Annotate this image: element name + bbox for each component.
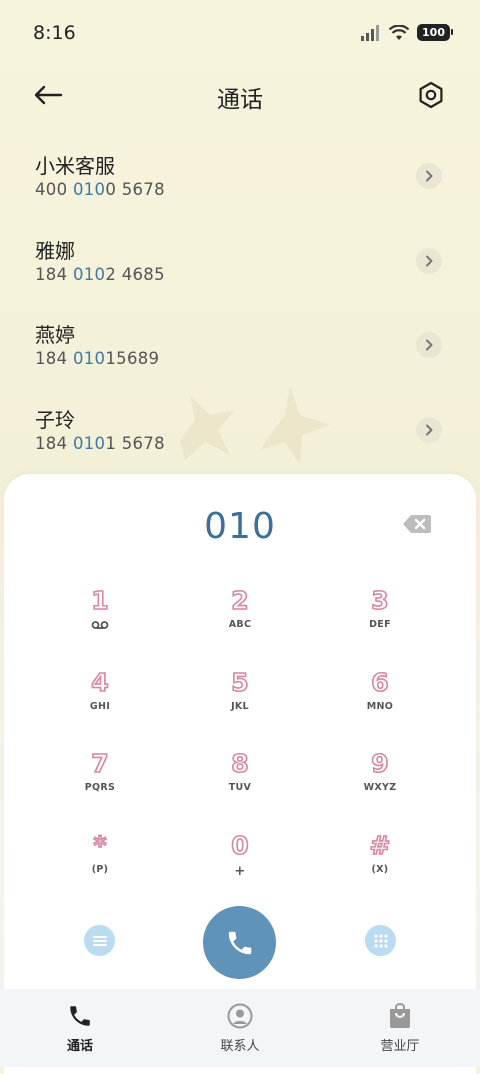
key-8[interactable]: 8 TUV <box>170 743 310 825</box>
settings-button[interactable] <box>414 78 448 112</box>
backspace-icon <box>403 515 431 533</box>
key-letters: MNO <box>366 700 394 712</box>
contact-number: 184 01015689 <box>35 349 160 368</box>
key-letters: PQRS <box>84 782 116 793</box>
key-digit: 8 <box>230 748 249 779</box>
phone-icon <box>228 931 251 954</box>
person-icon <box>227 1003 253 1029</box>
signal-icon <box>361 24 380 41</box>
key-digit: 7 <box>90 748 109 779</box>
contact-row[interactable]: 子玲 184 0101 5678 <box>0 388 480 473</box>
contact-name: 雅娜 <box>35 238 75 263</box>
contact-name: 小米客服 <box>35 154 115 178</box>
keypad: 1 2 ABC 3 DEF 4 GHI 5 JKL 6 MNO 7 PQRS 8… <box>30 580 450 906</box>
keypad-toggle-button[interactable] <box>365 925 396 956</box>
nav-item-contacts[interactable]: 联系人 <box>160 989 320 1067</box>
chevron-right-icon <box>426 170 433 182</box>
search-results-list: 小米客服 400 0100 5678 雅娜 184 0102 4685 燕婷 1… <box>0 134 480 472</box>
key-0[interactable]: 0 + <box>170 825 310 907</box>
key-digit: 4 <box>90 667 109 698</box>
key-digit: 9 <box>370 748 389 779</box>
key-5[interactable]: 5 JKL <box>170 662 310 744</box>
contact-row[interactable]: 雅娜 184 0102 4685 <box>0 219 480 304</box>
battery-indicator: 100 <box>417 24 453 41</box>
key-2[interactable]: 2 ABC <box>170 580 310 662</box>
key-digit: * <box>93 830 108 861</box>
nav-label: 联系人 <box>220 1039 260 1054</box>
key-letters: DEF <box>369 619 391 630</box>
bottom-nav: 通话 联系人 营业厅 <box>0 989 480 1067</box>
contact-row[interactable]: 小米客服 400 0100 5678 <box>0 134 480 219</box>
nav-item-service-hall[interactable]: 营业厅 <box>320 989 480 1067</box>
contact-number: 184 0101 5678 <box>35 433 165 453</box>
back-button[interactable] <box>30 80 66 110</box>
contact-row[interactable]: 燕婷 184 01015689 <box>0 303 480 388</box>
back-arrow-icon <box>34 85 63 105</box>
key-digit: 5 <box>230 667 249 698</box>
key-7[interactable]: 7 PQRS <box>30 743 170 825</box>
key-9[interactable]: 9 WXYZ <box>310 743 450 825</box>
call-button[interactable] <box>203 906 276 979</box>
dialer-actions <box>0 905 480 979</box>
menu-icon <box>92 935 107 946</box>
key-letters: (X) <box>371 863 389 875</box>
chevron-right-icon <box>426 424 433 435</box>
key-star[interactable]: * (P) <box>30 825 170 907</box>
key-digit: 6 <box>370 667 389 698</box>
chevron-right-icon <box>426 255 433 266</box>
key-4[interactable]: 4 GHI <box>30 662 170 744</box>
key-letters: JKL <box>231 700 249 712</box>
dots-grid-icon <box>373 933 388 948</box>
status-icons: 100 <box>361 24 453 41</box>
key-digit: 0 <box>230 830 249 861</box>
chevron-right-icon <box>426 339 433 351</box>
key-letters: + <box>234 863 246 879</box>
phone-icon <box>70 1006 90 1026</box>
header: 通话 <box>0 70 480 120</box>
nav-item-calls[interactable]: 通话 <box>0 989 160 1067</box>
nav-label: 营业厅 <box>380 1039 420 1054</box>
nav-label: 通话 <box>66 1039 93 1054</box>
wifi-icon <box>389 24 410 40</box>
backspace-button[interactable] <box>402 514 434 538</box>
gear-icon <box>419 81 443 109</box>
key-letters: WXYZ <box>363 782 397 793</box>
key-letters: TUV <box>228 782 252 793</box>
page-title: 通话 <box>217 87 263 113</box>
menu-button[interactable] <box>84 925 115 956</box>
contact-name: 子玲 <box>35 407 75 432</box>
status-bar: 8:16 100 <box>0 0 480 68</box>
voicemail-icon <box>91 621 109 629</box>
bag-icon <box>390 1003 410 1028</box>
key-letters: ABC <box>228 619 252 630</box>
contact-detail-button[interactable] <box>416 332 442 358</box>
contact-name: 燕婷 <box>35 323 75 347</box>
key-digit: 2 <box>230 585 249 616</box>
key-1[interactable]: 1 <box>30 580 170 662</box>
contact-number: 400 0100 5678 <box>35 180 165 199</box>
key-3[interactable]: 3 DEF <box>310 580 450 662</box>
key-letters: GHI <box>89 700 111 712</box>
key-6[interactable]: 6 MNO <box>310 662 450 744</box>
contact-detail-button[interactable] <box>416 247 442 274</box>
contact-detail-button[interactable] <box>416 163 442 189</box>
key-digit: # <box>369 830 392 861</box>
key-digit: 1 <box>90 585 109 616</box>
key-letters: (P) <box>91 863 109 875</box>
contact-detail-button[interactable] <box>416 416 442 443</box>
contact-number: 184 0102 4685 <box>35 264 165 284</box>
key-hash[interactable]: # (X) <box>310 825 450 907</box>
key-digit: 3 <box>370 585 389 616</box>
status-time: 8:16 <box>33 22 76 44</box>
